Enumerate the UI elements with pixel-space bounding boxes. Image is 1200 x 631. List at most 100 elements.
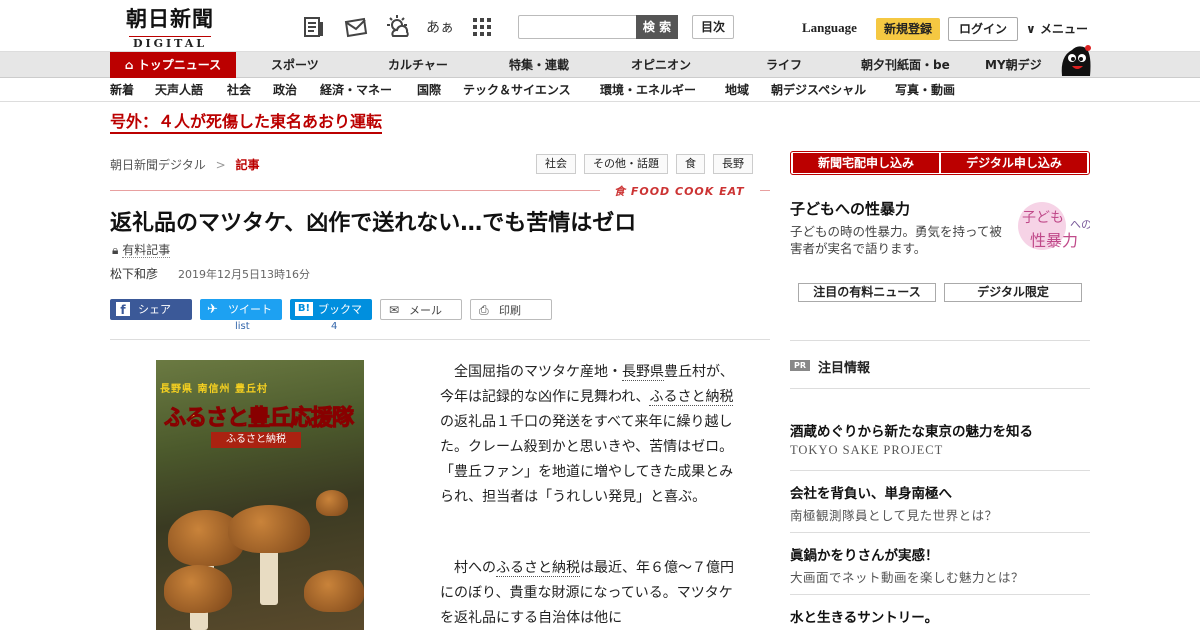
- mushroom-cap: [304, 570, 364, 612]
- feature-description[interactable]: 子どもの時の性暴力。勇気を持って被害者が実名で語ります。: [790, 223, 1002, 257]
- subnav-tenseijingo[interactable]: 天声人語: [155, 78, 203, 102]
- twitter-share-button[interactable]: ✈︎ ツイート: [200, 299, 282, 320]
- facebook-icon: f: [116, 302, 130, 317]
- article-paragraph: 全国屈指のマツタケ産地・長野県豊丘村が、今年は記録的な凶作に見舞われ、ふるさと納…: [440, 360, 746, 510]
- subnav-politics[interactable]: 政治: [273, 78, 297, 102]
- mail-icon: ✉: [389, 303, 400, 317]
- main-nav: ⌂ トップニュース スポーツ カルチャー 特集・連載 オピニオン ライフ 朝夕刊…: [0, 52, 1200, 78]
- divider: [790, 470, 1090, 471]
- nav-opinion[interactable]: オピニオン: [631, 52, 691, 78]
- login-button[interactable]: ログイン: [948, 17, 1018, 41]
- svg-text:性暴力: 性暴力: [1030, 231, 1078, 250]
- print-button[interactable]: ⎙ 印刷: [470, 299, 552, 320]
- pr-item-sub[interactable]: 大画面でネット動画を楽しむ魅力とは？: [790, 567, 1024, 586]
- tag-other[interactable]: その他・話題: [584, 154, 668, 174]
- search-button[interactable]: 検 索: [636, 15, 678, 39]
- hatena-bookmark-button[interactable]: B! ブックマーク: [290, 299, 372, 337]
- facebook-label: シェア: [138, 303, 171, 316]
- hatena-count[interactable]: 4: [331, 321, 337, 332]
- tag-food[interactable]: 食: [676, 154, 705, 174]
- home-icon: ⌂: [124, 58, 134, 72]
- pr-item-sub[interactable]: TOKYO SAKE PROJECT: [790, 443, 943, 458]
- photo-caption-line1: 長野県 南信州 豊丘村: [160, 384, 268, 395]
- section-banner: 食 FOOD COOK EAT: [110, 181, 770, 199]
- subscribe-paper-button[interactable]: 新聞宅配申し込み: [793, 153, 939, 173]
- mail-label: メール: [409, 304, 442, 317]
- logo-jp: 朝日新聞: [126, 6, 214, 31]
- twitter-label: ツイート: [228, 303, 272, 316]
- nav-top-news[interactable]: ⌂ トップニュース: [110, 52, 236, 78]
- tab-featured-paid[interactable]: 注目の有料ニュース: [798, 283, 936, 302]
- subnav-latest[interactable]: 新着: [110, 78, 134, 102]
- pr-item-title[interactable]: 水と生きるサントリー。: [790, 606, 938, 626]
- section-rule-end: [760, 190, 770, 191]
- divider: [790, 388, 1090, 389]
- article-photo[interactable]: 長野県 南信州 豊丘村 ふるさと豊丘応援隊 ふるさと納税: [156, 360, 364, 630]
- language-link[interactable]: Language: [802, 20, 857, 36]
- tag-society[interactable]: 社会: [536, 154, 576, 174]
- facebook-share-button[interactable]: f シェア: [110, 299, 192, 320]
- newsletter-icon[interactable]: [342, 14, 370, 40]
- divider: [790, 340, 1090, 341]
- font-size-icon[interactable]: あぁ: [426, 14, 454, 40]
- svg-text:への: への: [1070, 218, 1090, 231]
- author[interactable]: 松下和彦: [110, 265, 158, 282]
- subnav-society[interactable]: 社会: [227, 78, 251, 102]
- subnav-special[interactable]: 朝デジスペシャル: [771, 78, 866, 102]
- nav-features[interactable]: 特集・連載: [509, 52, 569, 78]
- mushroom-cap: [316, 490, 348, 516]
- apps-grid-icon[interactable]: [468, 14, 496, 40]
- section-label[interactable]: 食 FOOD COOK EAT: [614, 183, 745, 199]
- subnav-tech[interactable]: テック＆サイエンス: [463, 78, 571, 102]
- link-nagano[interactable]: 長野県: [622, 364, 664, 381]
- mascot-icon[interactable]: [1058, 42, 1092, 78]
- print-icon: ⎙: [479, 303, 489, 317]
- nav-sports[interactable]: スポーツ: [271, 52, 319, 78]
- link-furusato[interactable]: ふるさと納税: [649, 389, 734, 406]
- nav-label: トップニュース: [137, 58, 222, 72]
- svg-text:子ども: 子ども: [1022, 210, 1064, 226]
- pr-item-title[interactable]: 酒蔵めぐりから新たな東京の魅力を知る: [790, 420, 1033, 440]
- register-button[interactable]: 新規登録: [876, 18, 940, 40]
- index-button[interactable]: 目次: [692, 15, 734, 39]
- nav-life[interactable]: ライフ: [766, 52, 802, 78]
- twitter-icon: ✈︎: [207, 302, 218, 317]
- subscribe-digital-button[interactable]: デジタル申し込み: [941, 153, 1087, 173]
- breadcrumb-home[interactable]: 朝日新聞デジタル: [110, 158, 206, 172]
- text-span: 全国屈指のマツタケ産地・: [454, 364, 622, 380]
- divider: [790, 594, 1090, 595]
- subnav-region[interactable]: 地域: [725, 78, 749, 102]
- feature-image[interactable]: 子ども への 性暴力: [1008, 198, 1092, 258]
- menu-button[interactable]: ∨ メニュー: [1026, 20, 1088, 37]
- nav-my-asahi[interactable]: MY朝デジ: [985, 52, 1042, 78]
- photo-caption-line2: ふるさと豊丘応援隊: [163, 406, 354, 432]
- weather-icon[interactable]: [384, 14, 412, 40]
- twitter-count[interactable]: list: [235, 321, 250, 332]
- tag-nagano[interactable]: 長野: [713, 154, 753, 174]
- pr-title: 注目情報: [818, 361, 871, 376]
- pr-item-title[interactable]: 眞鍋かをりさんが実感！: [790, 544, 939, 564]
- lock-icon: 🔒︎: [112, 243, 119, 257]
- breadcrumb: 朝日新聞デジタル > 記事: [110, 156, 260, 173]
- paper-icon[interactable]: [300, 14, 328, 40]
- breaking-news-link[interactable]: 号外：４人が死傷した東名あおり運転: [110, 112, 383, 134]
- subnav-photo[interactable]: 写真・動画: [895, 78, 955, 102]
- feature-title[interactable]: 子どもへの性暴力: [790, 198, 910, 219]
- section-rule: [110, 190, 600, 191]
- pr-item-sub[interactable]: 南極観測隊員として見た世界とは？: [790, 505, 998, 524]
- tab-digital-only[interactable]: デジタル限定: [944, 283, 1082, 302]
- subnav-international[interactable]: 国際: [417, 78, 441, 102]
- paid-label[interactable]: 有料記事: [122, 243, 171, 258]
- link-furusato[interactable]: ふるさと納税: [496, 560, 580, 577]
- nav-paper[interactable]: 朝夕刊紙面・be: [861, 52, 950, 78]
- mushroom-cap: [228, 505, 310, 553]
- menu-label: メニュー: [1039, 22, 1088, 36]
- site-logo[interactable]: 朝日新聞 DIGITAL: [110, 6, 230, 50]
- nav-culture[interactable]: カルチャー: [388, 52, 448, 78]
- mushroom-cap: [164, 565, 232, 613]
- publish-date: 2019年12月5日13時16分: [178, 268, 310, 281]
- pr-item-title[interactable]: 会社を背負い、単身南極へ: [790, 482, 952, 502]
- mail-share-button[interactable]: ✉ メール: [380, 299, 462, 320]
- subnav-environment[interactable]: 環境・エネルギー: [600, 78, 696, 102]
- subnav-economy[interactable]: 経済・マネー: [320, 78, 392, 102]
